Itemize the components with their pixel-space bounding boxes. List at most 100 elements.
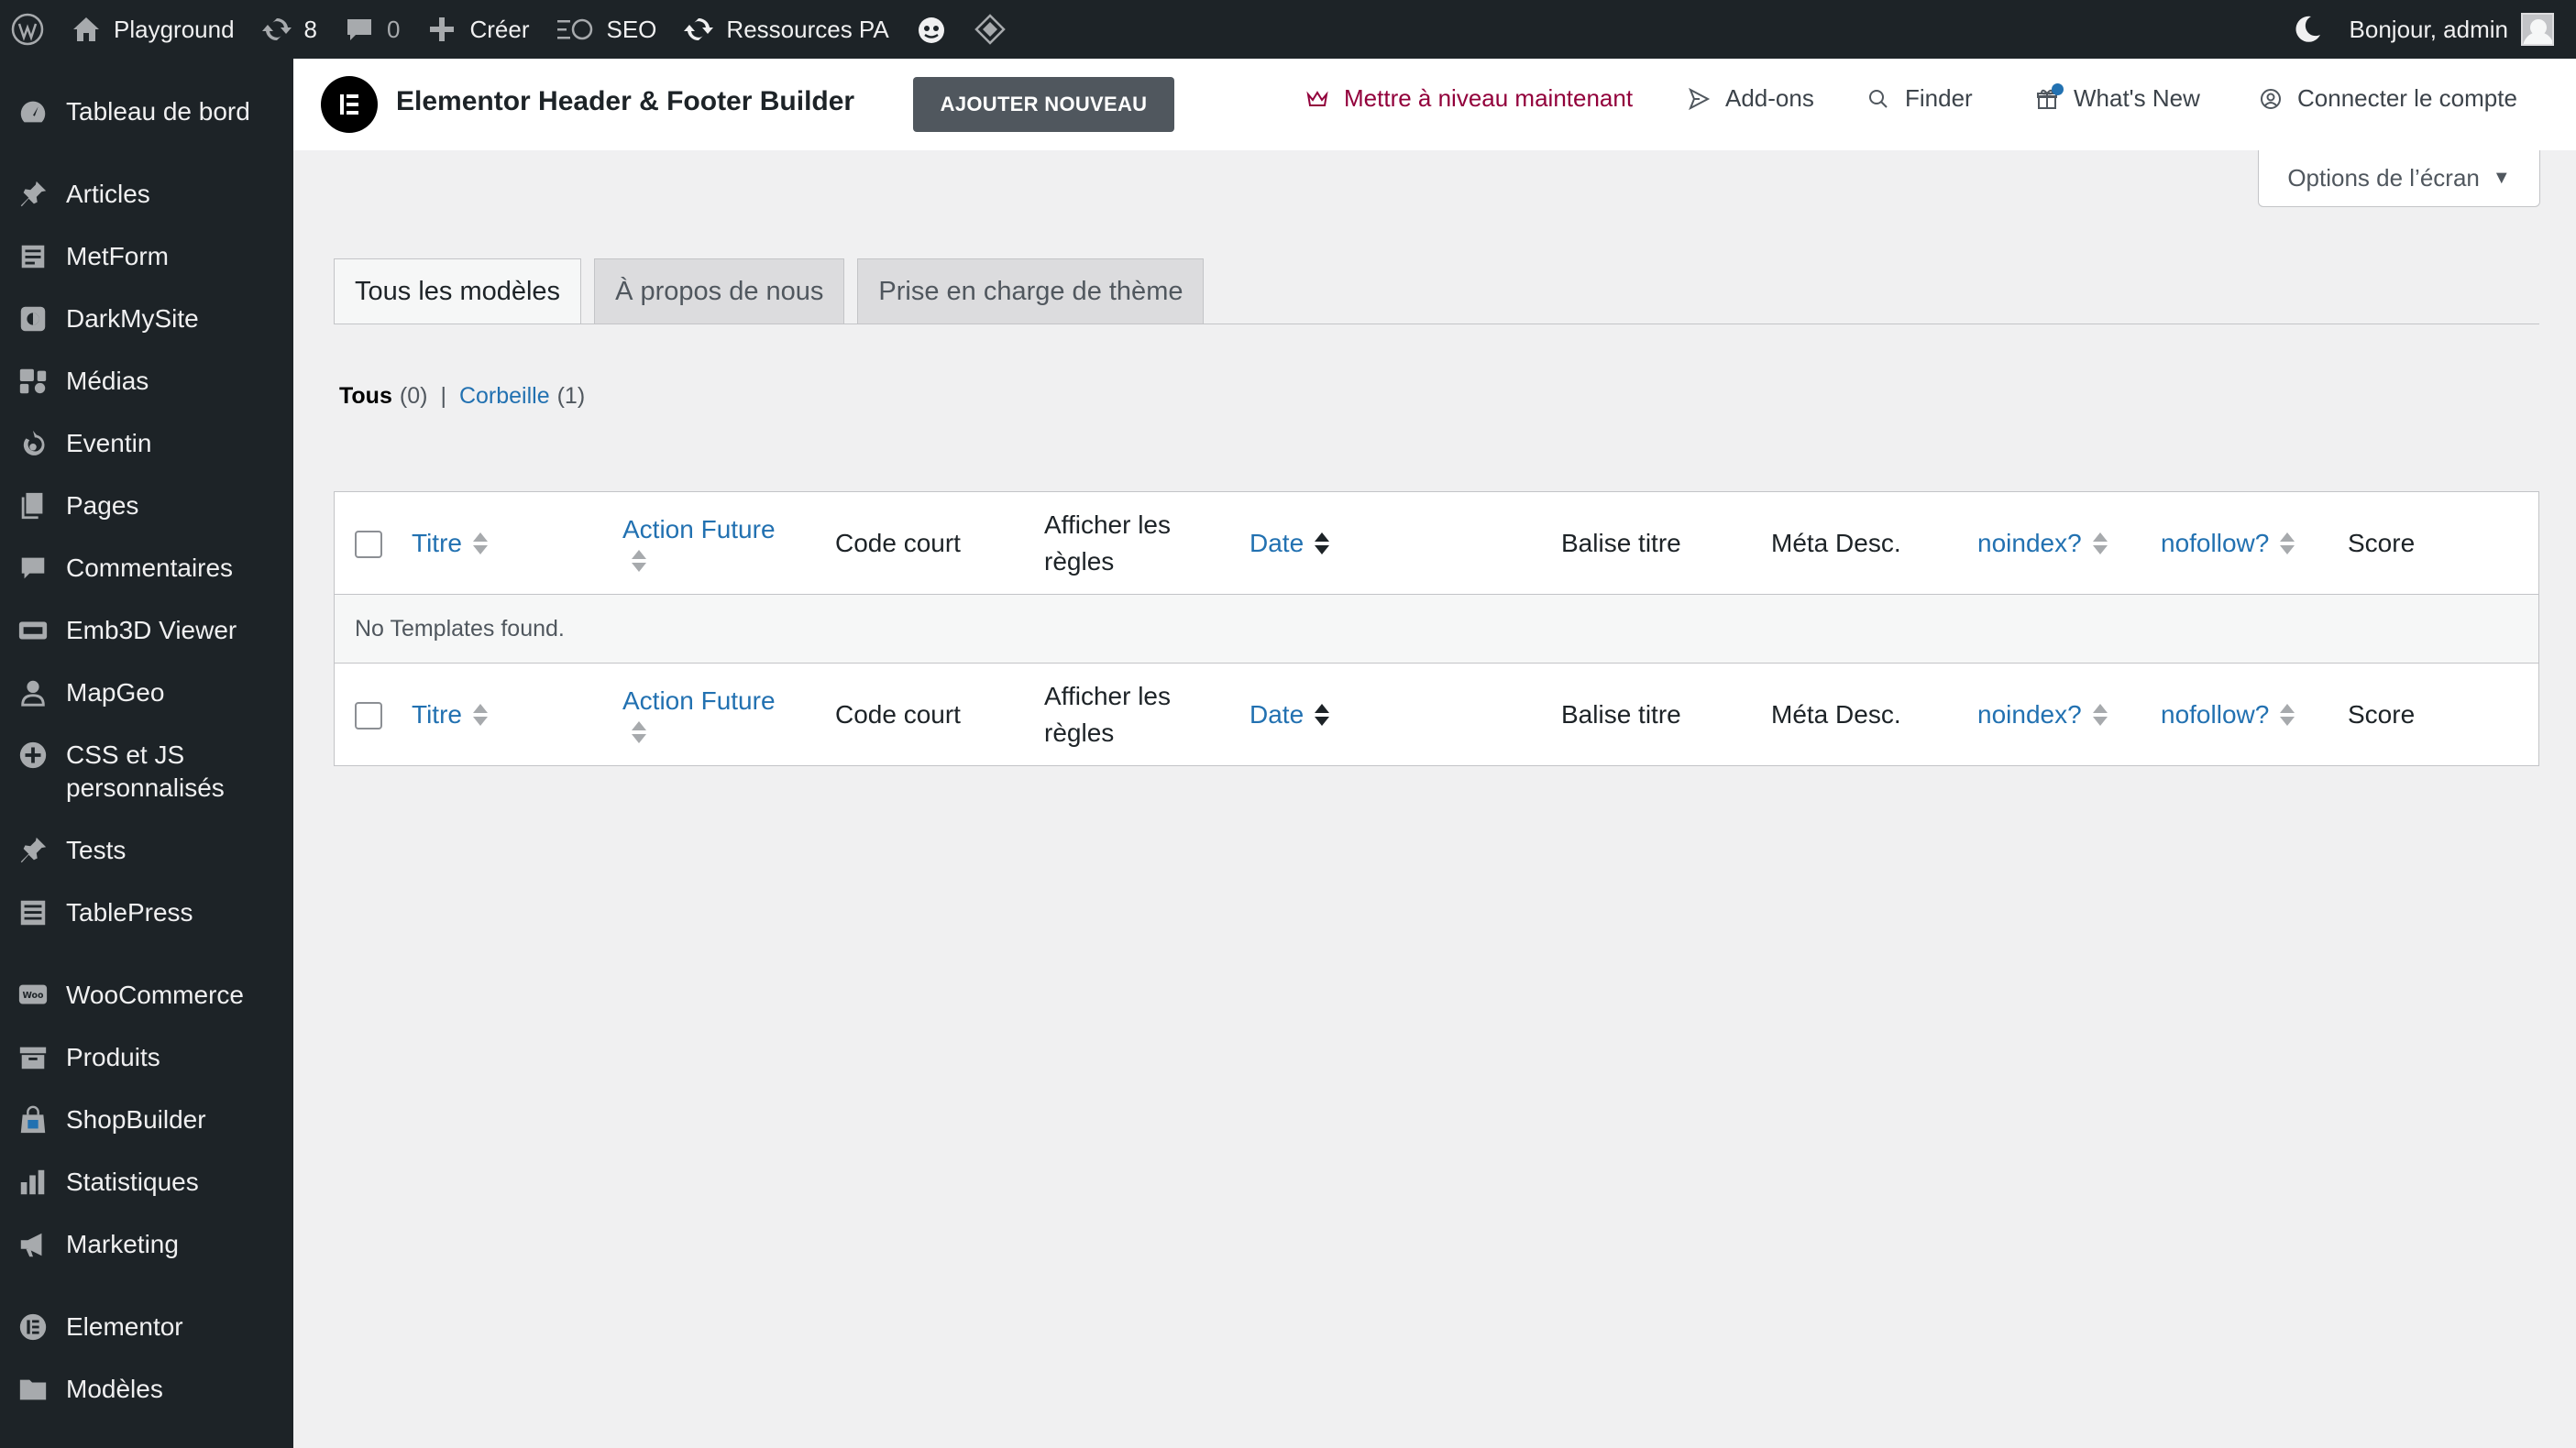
screen-options-label: Options de l’écran	[2287, 164, 2480, 192]
sidebar-item-label: MetForm	[66, 242, 169, 270]
sidebar-item-css-js[interactable]: CSS et JS personnalisés	[0, 739, 293, 805]
tab-all-templates[interactable]: Tous les modèles	[334, 258, 582, 324]
view-all-link[interactable]: Tous	[339, 383, 392, 410]
elementor-icon	[340, 94, 358, 115]
updates-count: 8	[303, 15, 318, 43]
admin-sidebar: Tableau de bord Articles MetForm DarkMyS…	[0, 59, 293, 1448]
column-noindex-header[interactable]: noindex?	[1977, 492, 2108, 595]
column-seo-title-footer: Balise titre	[1561, 700, 1681, 729]
no-items-row: No Templates found.	[335, 595, 2538, 663]
sidebar-item-mapgeo[interactable]: MapGeo	[0, 676, 293, 709]
sidebar-item-label: Pages	[66, 491, 139, 520]
view-trash-link[interactable]: Corbeille	[459, 383, 550, 410]
addons-link[interactable]: Add-ons	[1687, 84, 1814, 113]
sidebar-item-tests[interactable]: Tests	[0, 834, 293, 867]
sidebar-item-label: Produits	[66, 1043, 160, 1071]
sidebar-item-produits[interactable]: Produits	[0, 1041, 293, 1074]
user-circle-icon	[2261, 88, 2281, 109]
upgrade-link[interactable]: Mettre à niveau maintenant	[1305, 84, 1633, 113]
column-nofollow-label: nofollow?	[2161, 700, 2270, 729]
gift-icon-wrap	[2035, 82, 2074, 111]
column-action-future-header[interactable]: Action Future	[622, 492, 776, 595]
sidebar-item-modeles[interactable]: Modèles	[0, 1373, 293, 1406]
screen-options-toggle[interactable]: Options de l’écran ▼	[2258, 150, 2540, 207]
column-title-footer[interactable]: Titre	[412, 664, 488, 766]
resources-link[interactable]: Ressources PA	[669, 0, 901, 59]
finder-link[interactable]: Finder	[1866, 84, 1973, 113]
comments-link[interactable]: 0	[330, 0, 413, 59]
column-display-rules-line2: règles	[1044, 547, 1115, 576]
comments-count: 0	[387, 15, 401, 43]
new-label: Créer	[469, 15, 530, 43]
updates-link[interactable]: 8	[248, 0, 330, 59]
new-content-link[interactable]: Créer	[413, 0, 542, 59]
seo-link[interactable]: SEO	[543, 0, 670, 59]
sort-icon	[1315, 532, 1330, 554]
sidebar-item-comments[interactable]: Commentaires	[0, 552, 293, 585]
pin-icon	[17, 834, 50, 867]
sidebar-item-statistiques[interactable]: Statistiques	[0, 1166, 293, 1199]
column-nofollow-header[interactable]: nofollow?	[2161, 492, 2295, 595]
sidebar-item-elementor[interactable]: Elementor	[0, 1311, 293, 1344]
column-action-future-footer[interactable]: Action Future	[622, 664, 776, 766]
tab-theme-support[interactable]: Prise en charge de thème	[857, 258, 1205, 324]
table-header-row: Titre Action Future Code court Afficher …	[335, 492, 2538, 595]
select-all-checkbox[interactable]	[355, 702, 382, 729]
view-all-count: (0)	[399, 383, 428, 409]
column-display-rules-footer: Afficher les règles	[1044, 664, 1171, 766]
column-date-footer[interactable]: Date	[1249, 664, 1330, 766]
folder-icon	[17, 1373, 50, 1406]
sidebar-item-darkmysite[interactable]: DarkMySite	[0, 302, 293, 335]
column-display-rules-header: Afficher les règles	[1044, 492, 1171, 595]
wordpress-logo-button[interactable]	[0, 0, 57, 59]
sidebar-item-dashboard[interactable]: Tableau de bord	[0, 95, 293, 128]
column-date-header[interactable]: Date	[1249, 492, 1330, 595]
column-nofollow-label: nofollow?	[2161, 529, 2270, 557]
seo-icon	[556, 18, 592, 40]
sidebar-item-label: TablePress	[66, 898, 193, 927]
sidebar-item-shopbuilder[interactable]: ShopBuilder	[0, 1103, 293, 1136]
mascot-icon	[918, 17, 944, 43]
sort-icon	[1315, 704, 1330, 726]
mascot-link[interactable]	[902, 0, 961, 59]
sort-icon	[2280, 704, 2295, 726]
dark-mode-toggle[interactable]	[2278, 0, 2337, 59]
my-account-link[interactable]: Bonjour, admin	[2337, 0, 2567, 59]
whats-new-link[interactable]: What's New	[2035, 82, 2200, 113]
comment-icon	[347, 19, 372, 40]
site-name-link[interactable]: Playground	[57, 0, 248, 59]
sidebar-item-articles[interactable]: Articles	[0, 178, 293, 211]
sidebar-item-label: Commentaires	[66, 554, 234, 582]
column-title-header[interactable]: Titre	[412, 492, 488, 595]
megaphone-icon	[17, 1228, 50, 1261]
sort-icon	[632, 721, 776, 743]
plugin-header: Elementor Header & Footer Builder AJOUTE…	[293, 59, 2576, 150]
sidebar-item-metform[interactable]: MetForm	[0, 240, 293, 273]
table-footer-row: Titre Action Future Code court Afficher …	[335, 663, 2538, 765]
connect-account-link[interactable]: Connecter le compte	[2259, 84, 2517, 113]
updates-icon	[261, 17, 292, 41]
add-new-button[interactable]: AJOUTER NOUVEAU	[913, 77, 1174, 132]
select-all-checkbox[interactable]	[355, 531, 382, 558]
dashboard-icon	[17, 95, 50, 128]
sidebar-item-eventin[interactable]: Eventin	[0, 427, 293, 460]
sidebar-item-pages[interactable]: Pages	[0, 489, 293, 522]
sidebar-item-emb3d[interactable]: Emb3D Viewer	[0, 614, 293, 647]
seo-label: SEO	[606, 15, 657, 43]
pin-icon	[17, 178, 50, 211]
sidebar-item-tablepress[interactable]: TablePress	[0, 896, 293, 929]
diamond-link[interactable]	[961, 0, 1019, 59]
tab-about-us[interactable]: À propos de nous	[594, 258, 845, 324]
sidebar-item-marketing[interactable]: Marketing	[0, 1228, 293, 1261]
sidebar-item-woocommerce[interactable]: Woo WooCommerce	[0, 979, 293, 1012]
avatar	[2521, 13, 2554, 46]
sidebar-item-medias[interactable]: Médias	[0, 365, 293, 398]
column-noindex-footer[interactable]: noindex?	[1977, 664, 2108, 766]
addons-label: Add-ons	[1725, 84, 1814, 112]
column-score-footer: Score	[2348, 700, 2416, 729]
column-nofollow-footer[interactable]: nofollow?	[2161, 664, 2295, 766]
pages-icon	[17, 489, 50, 522]
connect-label: Connecter le compte	[2297, 84, 2517, 112]
wordpress-icon	[11, 13, 44, 46]
column-display-rules-line1: Afficher les	[1044, 510, 1171, 539]
